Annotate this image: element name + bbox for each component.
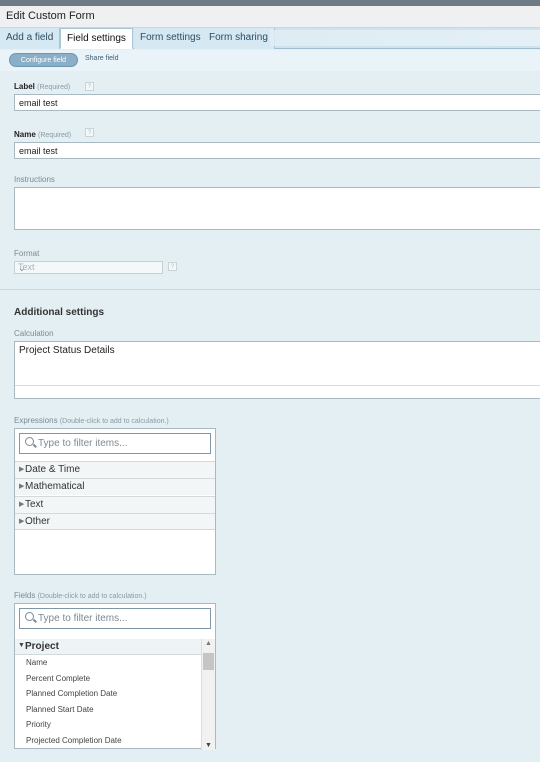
tab-form-sharing[interactable]: Form sharing [203,28,275,49]
format-select[interactable]: Text ⌄ [14,261,163,274]
instructions-textarea[interactable] [14,187,540,230]
expressions-title: Expressions [14,416,58,425]
fields-filter-input[interactable]: Type to filter items... [19,608,211,629]
triangle-down-icon: ▼ [18,642,25,649]
expressions-filter-placeholder: Type to filter items... [38,438,128,449]
field-item-name[interactable]: Name [26,658,47,667]
dialog-titlebar: Edit Custom Form [0,6,540,28]
expression-category-text[interactable]: ▶ Text [15,496,215,513]
share-field-link[interactable]: Share field [85,55,118,62]
calculation-label: Calculation [14,329,54,338]
expressions-panel: Type to filter items... ▶ Date & Time ▶ … [14,428,216,575]
expressions-filter-input[interactable]: Type to filter items... [19,433,211,454]
scrollbar-thumb[interactable] [203,653,214,670]
expression-category-other[interactable]: ▶ Other [15,513,215,530]
fields-hint: (Double-click to add to calculation.) [37,593,147,600]
label-input[interactable]: email test [14,94,540,111]
tab-bar: Add a field Field settings Form settings… [0,28,540,49]
calculation-textarea[interactable]: Project Status Details [14,341,540,399]
tab-field-settings[interactable]: Field settings [60,28,133,49]
name-field-title: Name [14,130,36,139]
label-field-title: Label [14,82,35,91]
calculation-divider [15,385,540,386]
tab-add-field[interactable]: Add a field [0,28,61,49]
dialog-title: Edit Custom Form [6,10,95,22]
scroll-down-icon[interactable]: ▼ [205,742,212,749]
field-item-priority[interactable]: Priority [26,720,51,729]
fields-group-label: Project [25,641,59,652]
field-item-percent-complete[interactable]: Percent Complete [26,674,90,683]
expression-category-mathematical[interactable]: ▶ Mathematical [15,478,215,495]
triangle-right-icon: ▶ [19,466,25,473]
tab-form-settings[interactable]: Form settings [134,28,208,49]
fields-scrollbar[interactable]: ▲ ▼ [201,639,215,750]
search-icon [25,612,34,621]
name-field-required: (Required) [38,132,72,139]
triangle-right-icon: ▶ [19,518,25,525]
fields-panel: Type to filter items... ▼ Project Name P… [14,603,216,750]
instructions-label: Instructions [14,175,55,184]
format-help-icon[interactable]: ? [168,262,177,271]
expression-category-label: Date & Time [25,464,81,475]
name-input-value: email test [19,146,58,156]
label-field-label: Label (Required) [14,82,70,91]
field-item-planned-start-date[interactable]: Planned Start Date [26,705,94,714]
fields-label: Fields (Double-click to add to calculati… [14,591,147,600]
fields-filter-placeholder: Type to filter items... [38,613,128,624]
expression-category-date-time[interactable]: ▶ Date & Time [15,461,215,478]
name-input[interactable]: email test [14,142,540,159]
triangle-right-icon: ▶ [19,501,25,508]
subtab-bar: Configure field Share field [0,50,540,71]
expression-category-label: Mathematical [25,481,85,492]
tab-bar-fade [270,30,540,46]
field-item-projected-completion-date[interactable]: Projected Completion Date [26,736,122,745]
field-item-planned-completion-date[interactable]: Planned Completion Date [26,689,117,698]
configure-field-button[interactable]: Configure field [9,53,78,67]
scroll-up-icon[interactable]: ▲ [205,640,212,647]
calculation-value: Project Status Details [19,345,115,356]
name-help-icon[interactable]: ? [85,128,94,137]
additional-settings-heading: Additional settings [14,307,104,318]
label-help-icon[interactable]: ? [85,82,94,91]
expressions-label: Expressions (Double-click to add to calc… [14,416,169,425]
expression-category-label: Text [25,499,44,510]
fields-title: Fields [14,591,36,600]
format-label: Format [14,249,40,258]
fields-group-project[interactable]: ▼ Project [15,639,201,655]
expression-category-label: Other [25,516,51,527]
expressions-hint: (Double-click to add to calculation.) [59,418,169,425]
label-field-required: (Required) [37,84,71,91]
search-icon [25,437,34,446]
label-input-value: email test [19,98,58,108]
name-field-label: Name (Required) [14,130,71,139]
chevron-down-icon: ⌄ [18,263,26,273]
section-divider [0,289,540,290]
triangle-right-icon: ▶ [19,483,25,490]
